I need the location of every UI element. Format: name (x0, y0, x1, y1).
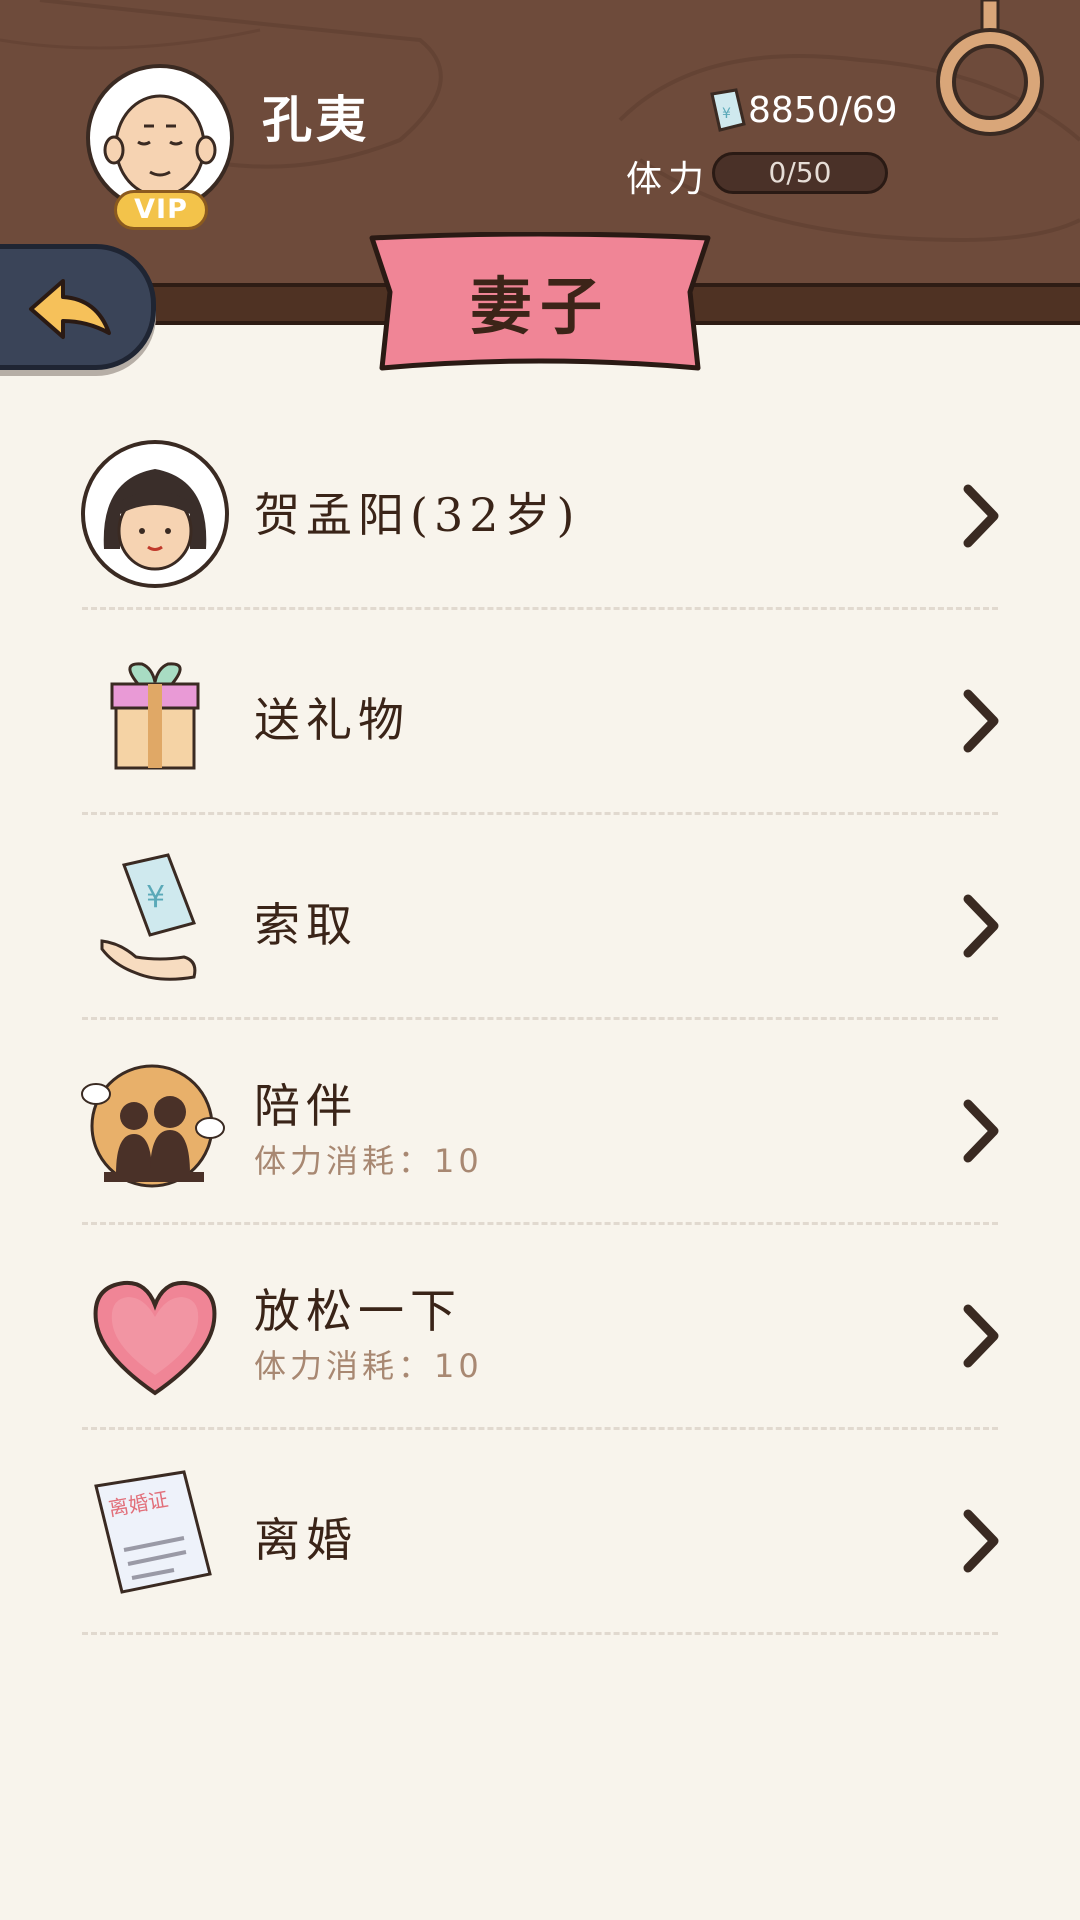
stamina-label: 体力 (626, 159, 711, 200)
wife-avatar (80, 439, 230, 589)
request-money-row[interactable]: ¥ 索取 (0, 815, 1080, 1020)
gift-icon-wrap (80, 644, 230, 794)
chevron-right-icon[interactable] (960, 1303, 1002, 1369)
chevron-right-icon[interactable] (960, 483, 1002, 549)
chevron-right-icon[interactable] (960, 1098, 1002, 1164)
money-hand-icon-wrap: ¥ (80, 849, 230, 999)
action-label: 放松一下 (254, 1284, 462, 1338)
banknote-icon: ¥ (710, 88, 746, 132)
wife-action-list: 贺孟阳(32岁) 送礼物 ¥ 索取 陪伴 体力消耗：10 放松一下 体力消耗：1… (0, 405, 1080, 1635)
vip-badge: VIP (114, 190, 208, 230)
stamina-cost: 体力消耗：10 (254, 1347, 483, 1385)
gift-icon (110, 662, 200, 770)
svg-text:¥: ¥ (722, 106, 731, 122)
action-label: 送礼物 (254, 693, 410, 747)
back-arrow-icon (29, 279, 111, 339)
wife-profile-row[interactable]: 贺孟阳(32岁) (0, 405, 1080, 610)
ring-pull-button[interactable] (930, 0, 1050, 140)
divorce-certificate-icon: 离婚证 (94, 1470, 212, 1594)
heart-icon-wrap (80, 1259, 230, 1409)
chevron-right-icon[interactable] (960, 688, 1002, 754)
money-counter: 8850/69 (748, 90, 898, 131)
action-label: 陪伴 (254, 1079, 358, 1133)
action-label: 离婚 (254, 1513, 358, 1567)
chevron-right-icon[interactable] (960, 1508, 1002, 1574)
stamina-cost: 体力消耗：10 (254, 1142, 483, 1180)
row-divider (82, 1632, 998, 1635)
heart-icon (93, 1280, 217, 1396)
svg-text:¥: ¥ (146, 880, 165, 915)
accompany-row[interactable]: 陪伴 体力消耗：10 (0, 1020, 1080, 1225)
give-gift-row[interactable]: 送礼物 (0, 610, 1080, 815)
divorce-row[interactable]: 离婚证 离婚 (0, 1430, 1080, 1635)
stamina-bar: 0/50 (712, 152, 888, 194)
companion-icon (81, 1064, 225, 1188)
wife-name-age: 贺孟阳(32岁) (254, 488, 581, 542)
chevron-right-icon[interactable] (960, 893, 1002, 959)
action-label: 索取 (254, 898, 358, 952)
old-man-face-icon (103, 94, 217, 198)
woman-face-icon (81, 440, 229, 588)
relax-row[interactable]: 放松一下 体力消耗：10 (0, 1225, 1080, 1430)
player-name: 孔夷 (262, 91, 370, 149)
money-hand-icon: ¥ (100, 853, 197, 981)
page-title: 妻子 (469, 270, 610, 343)
back-button[interactable] (0, 244, 156, 370)
divorce-certificate-icon-wrap: 离婚证 (80, 1464, 230, 1614)
companion-icon-wrap (80, 1054, 230, 1204)
